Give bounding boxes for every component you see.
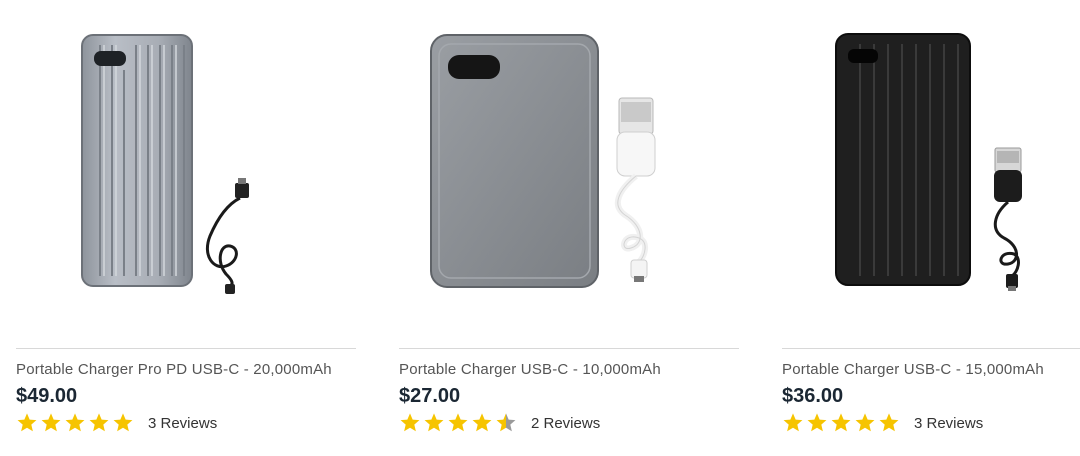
product-rating[interactable]: 3 Reviews bbox=[16, 412, 217, 434]
reviews-link[interactable]: 3 Reviews bbox=[148, 415, 217, 432]
star-icon bbox=[783, 413, 803, 432]
star-icon bbox=[831, 413, 851, 432]
star-icon bbox=[496, 413, 516, 432]
star-icon bbox=[855, 413, 875, 432]
star-icon bbox=[400, 413, 420, 432]
product-card[interactable]: Portable Charger USB-C - 15,000mAh $36.0… bbox=[782, 0, 1080, 456]
reviews-link[interactable]: 3 Reviews bbox=[914, 415, 983, 432]
product-card[interactable]: Portable Charger USB-C - 10,000mAh $27.0… bbox=[399, 0, 739, 456]
product-rating[interactable]: 3 Reviews bbox=[782, 412, 983, 434]
card-divider bbox=[16, 348, 356, 349]
product-rating[interactable]: 2 Reviews bbox=[399, 412, 600, 434]
star-icon bbox=[879, 413, 899, 432]
product-price: $49.00 bbox=[16, 385, 78, 407]
product-title[interactable]: Portable Charger Pro PD USB-C - 20,000mA… bbox=[16, 361, 332, 378]
product-card[interactable]: Portable Charger Pro PD USB-C - 20,000mA… bbox=[16, 0, 356, 456]
star-icon bbox=[113, 413, 133, 432]
product-price: $36.00 bbox=[782, 385, 844, 407]
star-icon bbox=[807, 413, 827, 432]
rating-stars bbox=[16, 412, 134, 434]
product-image[interactable] bbox=[782, 0, 1080, 340]
star-icon bbox=[41, 413, 61, 432]
rating-stars bbox=[782, 412, 900, 434]
product-price: $27.00 bbox=[399, 385, 461, 407]
rating-stars bbox=[399, 412, 517, 434]
reviews-link[interactable]: 2 Reviews bbox=[531, 415, 600, 432]
card-divider bbox=[782, 348, 1080, 349]
star-icon bbox=[424, 413, 444, 432]
star-icon bbox=[17, 413, 37, 432]
star-icon bbox=[448, 413, 468, 432]
star-icon bbox=[65, 413, 85, 432]
product-image[interactable] bbox=[399, 0, 739, 340]
card-divider bbox=[399, 348, 739, 349]
product-image[interactable] bbox=[16, 0, 356, 340]
star-icon bbox=[89, 413, 109, 432]
product-title[interactable]: Portable Charger USB-C - 10,000mAh bbox=[399, 361, 661, 378]
product-title[interactable]: Portable Charger USB-C - 15,000mAh bbox=[782, 361, 1044, 378]
star-icon bbox=[472, 413, 492, 432]
